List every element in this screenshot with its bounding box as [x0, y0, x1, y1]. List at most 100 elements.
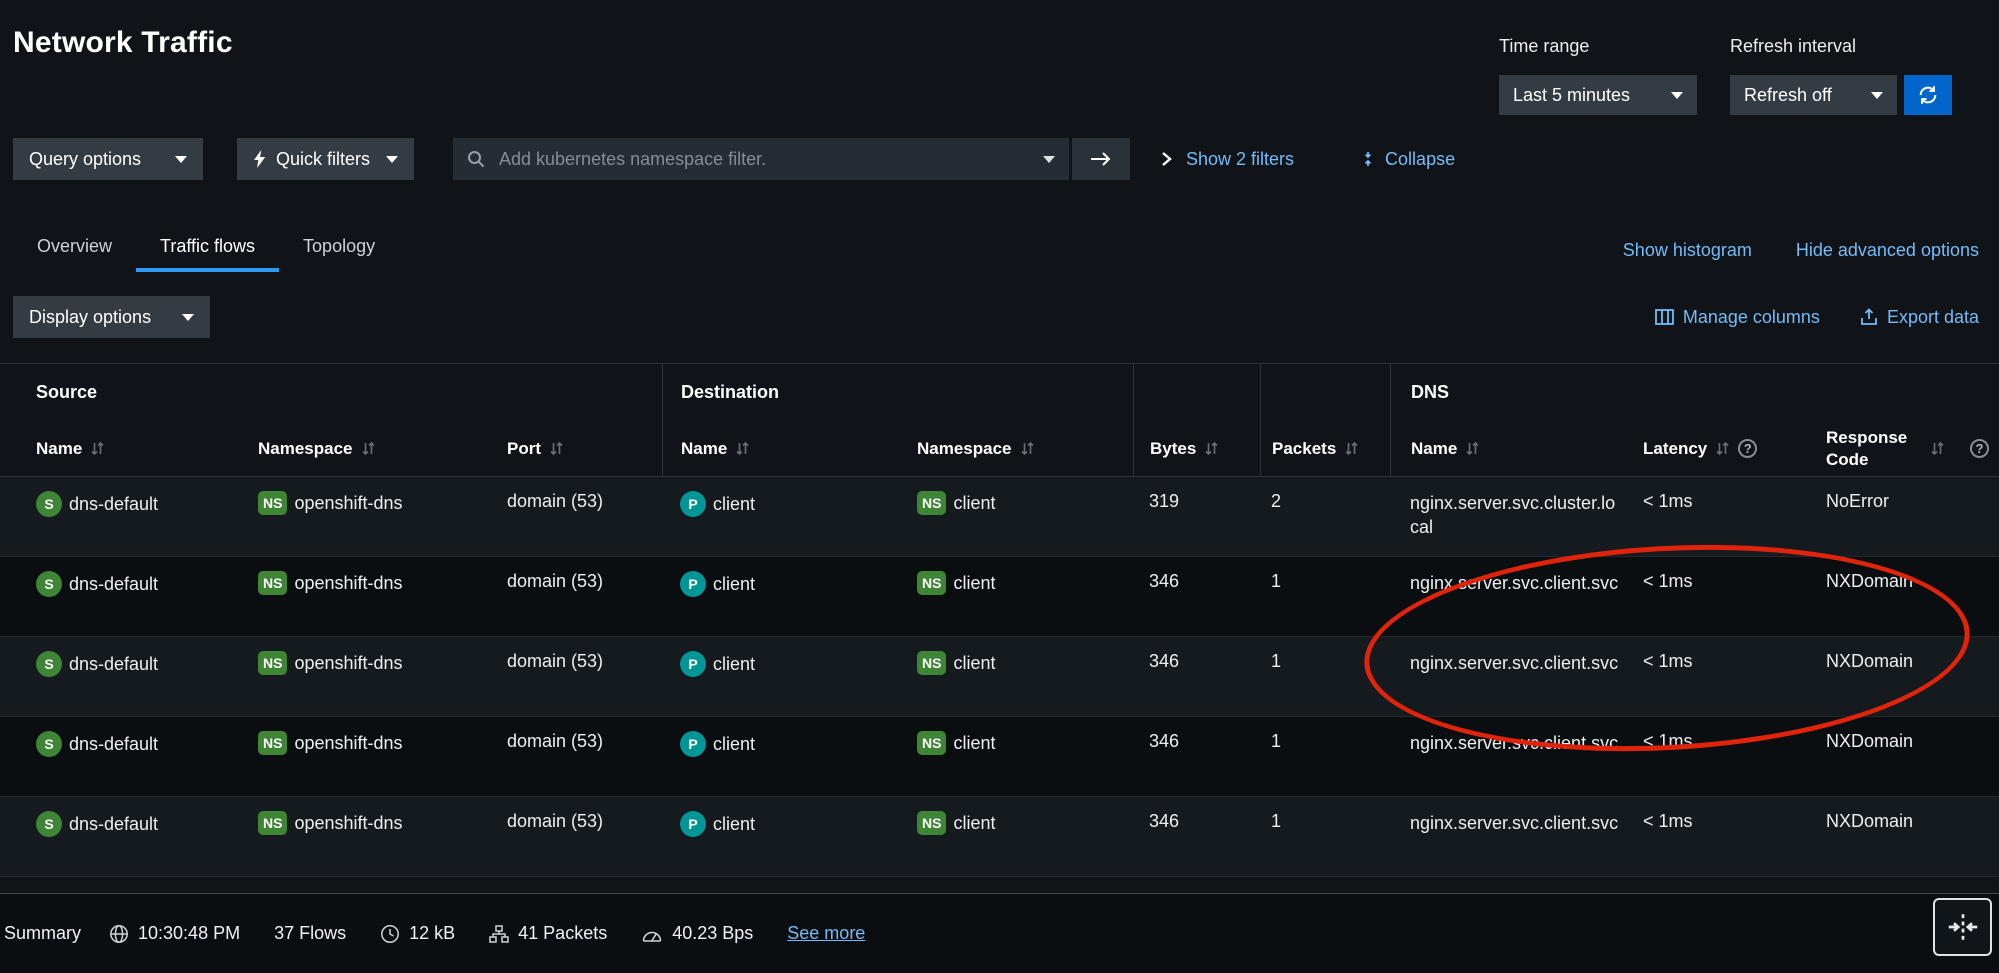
collapse-link[interactable]: Collapse: [1360, 149, 1455, 170]
help-icon[interactable]: ?: [1738, 439, 1757, 458]
chevron-down-icon: [1671, 92, 1683, 99]
traffic-flows-table: Source Destination DNS Name Namespace Po…: [0, 363, 1999, 877]
table-row[interactable]: S dns-default NS openshift-dns domain (5…: [0, 557, 1999, 637]
refresh-button[interactable]: [1904, 75, 1952, 115]
arrow-right-icon: [1090, 151, 1112, 167]
dns-name: nginx.server.svc.client.svc: [1410, 653, 1618, 673]
destination-name: client: [713, 654, 755, 675]
query-options-label: Query options: [29, 149, 141, 170]
display-options-label: Display options: [29, 307, 151, 328]
chevron-right-icon[interactable]: [1160, 150, 1172, 168]
namespace-badge: NS: [258, 731, 287, 755]
sort-icon[interactable]: [1345, 441, 1358, 456]
bytes-value: 346: [1149, 811, 1179, 831]
show-histogram-link[interactable]: Show histogram: [1623, 240, 1752, 261]
filter-search-input[interactable]: [497, 148, 1031, 171]
cell-dns-response-code: NXDomain: [1812, 557, 1999, 636]
packets-value: 1: [1271, 731, 1281, 751]
network-traffic-page: Network Traffic Time range Last 5 minute…: [0, 0, 1999, 973]
table-row[interactable]: S dns-default NS openshift-dns domain (5…: [0, 717, 1999, 797]
sort-icon[interactable]: [1021, 441, 1034, 456]
help-icon[interactable]: ?: [1970, 439, 1989, 458]
dns-response-code: NoError: [1826, 491, 1889, 511]
tab-topology[interactable]: Topology: [279, 226, 399, 272]
sort-icon[interactable]: [91, 441, 104, 456]
column-header-destination-name[interactable]: Name: [662, 421, 917, 476]
column-header-row: Name Namespace Port Name Namespace Bytes: [0, 421, 1999, 477]
namespace-badge: NS: [917, 491, 946, 515]
cell-bytes: 319: [1133, 477, 1260, 556]
export-icon: [1860, 308, 1878, 326]
chevron-down-icon: [182, 314, 194, 321]
columns-icon: [1655, 309, 1674, 325]
cell-destination-name: P client: [662, 797, 917, 876]
column-header-source-port[interactable]: Port: [507, 421, 662, 476]
tab-overview[interactable]: Overview: [13, 226, 136, 272]
see-more-link[interactable]: See more: [787, 923, 865, 944]
summary-time-item: 10:30:48 PM: [109, 923, 240, 944]
tachometer-icon: [641, 925, 663, 943]
bytes-value: 346: [1149, 651, 1179, 671]
export-data-link[interactable]: Export data: [1860, 307, 1979, 328]
apply-filter-button[interactable]: [1072, 138, 1130, 180]
cell-source-namespace: NS openshift-dns: [258, 797, 507, 876]
sort-icon[interactable]: [736, 441, 749, 456]
cell-dns-response-code: NXDomain: [1812, 797, 1999, 876]
packets-value: 1: [1271, 811, 1281, 831]
cell-destination-name: P client: [662, 557, 917, 636]
pod-badge: P: [680, 651, 706, 677]
pod-badge: P: [680, 571, 706, 597]
source-name: dns-default: [69, 654, 158, 675]
service-badge: S: [36, 571, 62, 597]
summary-packets-item: 41 Packets: [489, 923, 607, 944]
cell-destination-name: P client: [662, 477, 917, 556]
collapse-panel-button[interactable]: [1933, 898, 1992, 956]
table-row[interactable]: S dns-default NS openshift-dns domain (5…: [0, 797, 1999, 877]
show-filters-link[interactable]: Show 2 filters: [1186, 149, 1294, 170]
table-row[interactable]: S dns-default NS openshift-dns domain (5…: [0, 637, 1999, 717]
source-port: domain (53): [507, 491, 603, 511]
refresh-interval-dropdown[interactable]: Refresh off: [1730, 75, 1897, 115]
column-header-destination-namespace[interactable]: Namespace: [917, 421, 1133, 476]
dns-response-code: NXDomain: [1826, 571, 1913, 591]
query-options-button[interactable]: Query options: [13, 138, 203, 180]
page-title: Network Traffic: [13, 26, 233, 60]
column-header-packets[interactable]: Packets: [1260, 421, 1390, 476]
time-range-dropdown[interactable]: Last 5 minutes: [1499, 75, 1697, 115]
destination-name: client: [713, 574, 755, 595]
sort-icon[interactable]: [550, 441, 563, 456]
column-header-dns-response-code[interactable]: Response Code ?: [1812, 421, 1999, 476]
manage-columns-link[interactable]: Manage columns: [1655, 307, 1820, 328]
chevron-down-icon[interactable]: [1043, 156, 1055, 163]
display-options-button[interactable]: Display options: [13, 296, 210, 338]
refresh-interval-value: Refresh off: [1744, 85, 1832, 106]
cell-bytes: 346: [1133, 797, 1260, 876]
cell-dns-latency: < 1ms: [1630, 717, 1812, 796]
column-header-bytes[interactable]: Bytes: [1133, 421, 1260, 476]
dns-name: nginx.server.svc.cluster.local: [1410, 493, 1615, 537]
dns-latency: < 1ms: [1643, 731, 1693, 751]
sort-icon[interactable]: [1466, 441, 1479, 456]
sort-icon[interactable]: [1205, 441, 1218, 456]
destination-namespace: client: [953, 733, 995, 754]
quick-filters-button[interactable]: Quick filters: [237, 138, 414, 180]
tab-traffic-flows[interactable]: Traffic flows: [136, 226, 279, 272]
column-header-dns-name[interactable]: Name: [1390, 421, 1630, 476]
column-header-label: Name: [1411, 439, 1457, 459]
cell-source-namespace: NS openshift-dns: [258, 637, 507, 716]
summary-bar: Summary 10:30:48 PM 37 Flows 12 kB 41 Pa…: [0, 893, 1999, 973]
column-header-source-name[interactable]: Name: [0, 421, 258, 476]
cell-source-port: domain (53): [507, 557, 662, 636]
column-header-dns-latency[interactable]: Latency ?: [1630, 421, 1812, 476]
namespace-filter-searchbox[interactable]: [453, 138, 1069, 180]
sort-icon[interactable]: [362, 441, 375, 456]
hide-advanced-options-link[interactable]: Hide advanced options: [1796, 240, 1979, 261]
cell-dns-name: nginx.server.svc.client.svc: [1390, 557, 1630, 636]
cell-packets: 1: [1260, 557, 1390, 636]
cell-packets: 1: [1260, 637, 1390, 716]
sort-icon[interactable]: [1931, 441, 1944, 456]
dns-response-code: NXDomain: [1826, 651, 1913, 671]
sort-icon[interactable]: [1716, 441, 1729, 456]
column-header-source-namespace[interactable]: Namespace: [258, 421, 507, 476]
table-row[interactable]: S dns-default NS openshift-dns domain (5…: [0, 477, 1999, 557]
